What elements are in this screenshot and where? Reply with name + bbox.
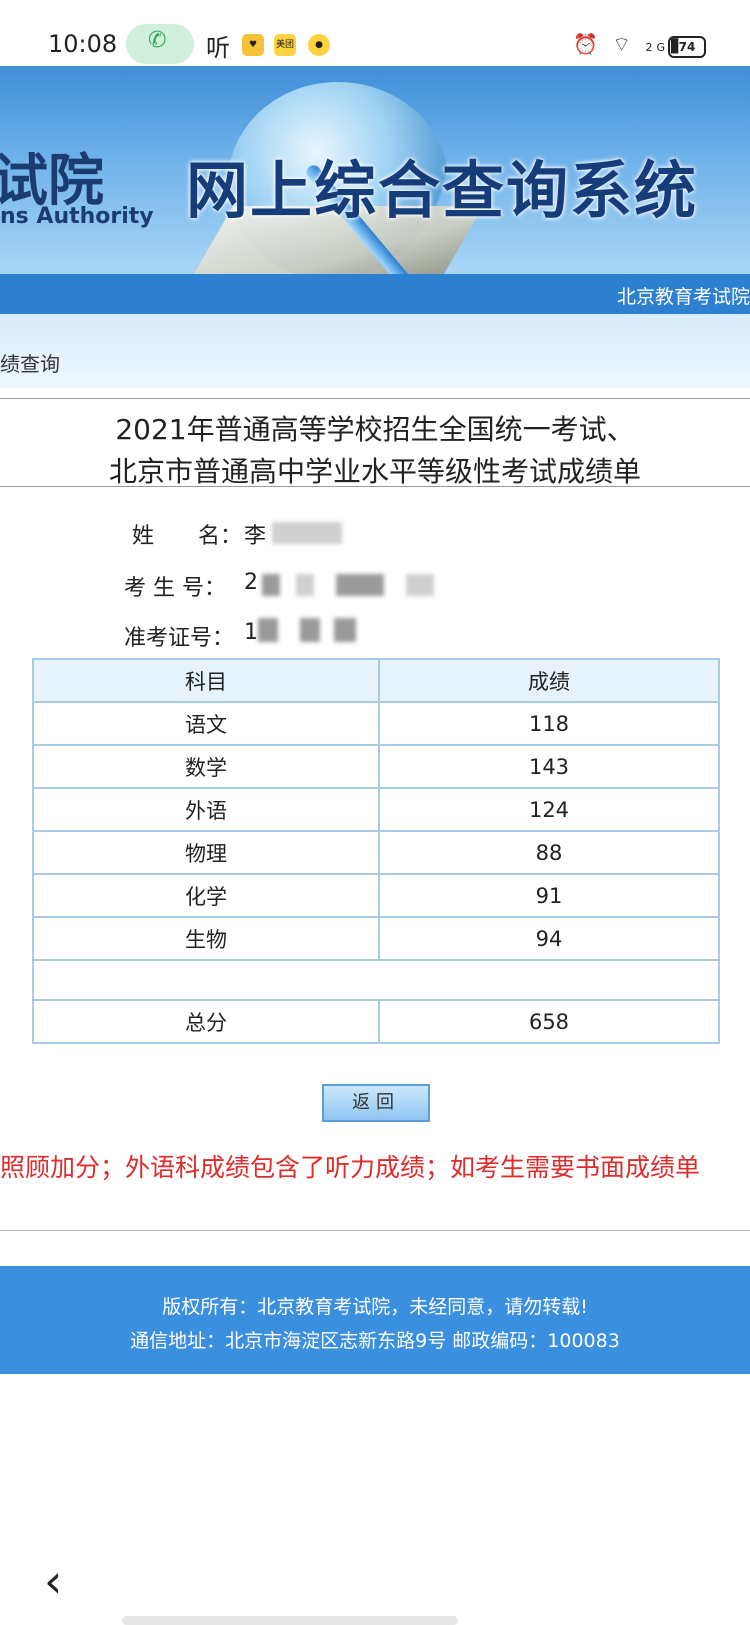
table-row: 生物 94 [32,916,720,961]
table-row: 外语 124 [32,787,720,832]
examinee-number-label: 考 生 号： [124,576,226,601]
table-row-total: 总分 658 [32,999,720,1044]
admission-number-label: 准考证号： [124,626,235,651]
nav-bar: 北京教育考试院 [0,274,750,314]
back-arrow-icon[interactable]: ‹ [44,1554,62,1608]
total-label-cell: 总分 [32,999,380,1044]
subject-cell: 外语 [32,787,380,832]
status-time: 10:08 [48,30,118,58]
notice-text: 照顾加分；外语科成绩包含了听力成绩；如考生需要书面成绩单 [0,1153,701,1182]
address-text: 通信地址：北京市海淀区志新东路9号 邮政编码：100083 [130,1330,620,1352]
divider [0,398,750,399]
listen-app-icon: 听 [206,34,230,62]
subject-cell: 数学 [32,744,380,789]
subject-cell: 语文 [32,701,380,746]
table-row: 物理 88 [32,830,720,875]
divider [0,1230,750,1231]
score-cell: 88 [378,830,720,875]
table-row: 化学 91 [32,873,720,918]
admission-number-value: 1 [244,620,258,645]
phone-icon: ✆ [148,28,167,53]
breadcrumb[interactable]: 绩查询 [0,348,60,377]
system-title: 网上综合查询系统 [186,154,699,227]
yellow-app-icon: ● [308,34,330,56]
column-header-score: 成绩 [378,658,720,703]
copyright-text: 版权所有：北京教育考试院，未经同意，请勿转载! [162,1296,588,1318]
return-button[interactable]: 返回 [322,1084,430,1122]
report-title-line2: 北京市普通高中学业水平等级性考试成绩单 [108,455,641,488]
table-row: 数学 143 [32,744,720,789]
table-row: 语文 118 [32,701,720,746]
redacted-admission [258,618,278,642]
score-cell: 94 [378,916,720,961]
authority-english-text: ns Authority [0,204,154,229]
subject-cell: 物理 [32,830,380,875]
score-cell: 124 [378,787,720,832]
name-label: 姓 名： [132,524,243,549]
redacted-examinee [262,574,280,596]
subject-cell: 生物 [32,916,380,961]
status-bar: 10:08 ✆ 听 ♥ 美团 ● ⏰ ⌔ 2G▮ 74 [0,0,750,66]
header-banner: 试院 ns Authority 网上综合查询系统 [0,66,750,274]
name-value: 李 [244,524,267,549]
redacted-admission [334,618,356,642]
table-row-empty [32,959,720,1001]
report-title-line1: 2021年普通高等学校招生全国统一考试、 [115,413,635,446]
redacted-examinee [406,574,434,596]
meituan-icon: 美团 [274,34,296,56]
redacted-admission [300,618,320,642]
score-cell: 118 [378,701,720,746]
examinee-number-value: 2 [244,570,258,595]
score-cell: 143 [378,744,720,789]
ongoing-call-pill[interactable]: ✆ [126,24,194,64]
redacted-name [272,522,342,544]
subject-cell: 化学 [32,873,380,918]
heart-app-icon: ♥ [242,34,264,56]
battery-icon: 74 [668,36,706,58]
breadcrumb-bar: 绩查询 [0,314,750,388]
redacted-examinee [336,574,384,596]
column-header-subject: 科目 [32,658,380,703]
nav-authority-link[interactable]: 北京教育考试院 [617,282,750,309]
home-indicator[interactable] [122,1616,458,1625]
redacted-examinee [296,574,314,596]
total-score-cell: 658 [378,999,720,1044]
table-header-row: 科目 成绩 [32,658,720,703]
score-table: 科目 成绩 语文 118 数学 143 外语 124 物理 88 化学 91 生… [32,658,720,1044]
footer: 版权所有：北京教育考试院，未经同意，请勿转载! 通信地址：北京市海淀区志新东路9… [0,1266,750,1374]
score-cell: 91 [378,873,720,918]
